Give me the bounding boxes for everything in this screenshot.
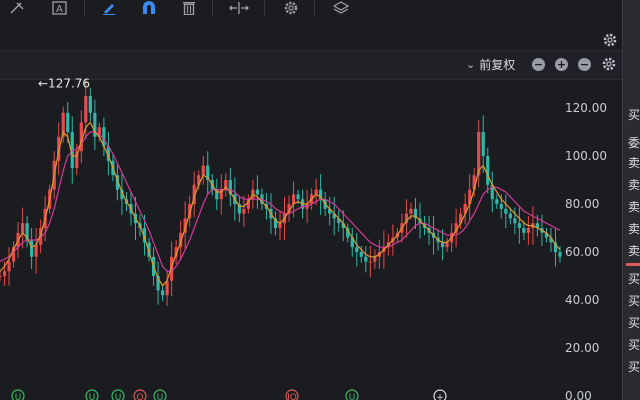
pen-icon[interactable] (98, 0, 120, 16)
y-tick-label: 120.00 (565, 101, 607, 115)
candle-body (522, 228, 526, 233)
candle-body (255, 189, 260, 195)
price-adjust-dropdown[interactable]: ⌄ 前复权 (466, 56, 515, 73)
sidebar-item-0[interactable]: 买 (628, 106, 640, 123)
chart-header-band (0, 50, 622, 80)
magnet-icon[interactable] (138, 0, 160, 16)
candle-body (7, 261, 11, 272)
candle-body (499, 204, 503, 209)
svg-text:A: A (56, 4, 63, 15)
y-tick-label: 40.00 (565, 293, 599, 307)
candle-body (34, 244, 38, 257)
zoom-out-button[interactable]: − (532, 58, 545, 71)
candle-body (355, 247, 359, 252)
ma-short-line (0, 121, 561, 287)
candle-body (20, 223, 25, 233)
candle-body (291, 194, 296, 204)
candle-body (486, 156, 490, 185)
settings-icon[interactable] (280, 0, 302, 16)
candle-body (517, 223, 521, 228)
y-tick-label: 60.00 (565, 245, 599, 259)
candle-body (558, 252, 562, 257)
candle-body (84, 96, 88, 123)
candle-body (504, 208, 508, 214)
candle-body (526, 228, 530, 233)
candle-body (296, 194, 300, 200)
sidebar-item-6[interactable]: 卖 (628, 242, 640, 259)
candle-body (368, 261, 372, 263)
candle-body (513, 218, 517, 224)
candle-body (165, 280, 169, 296)
candle-body (409, 208, 413, 214)
candle-body (278, 223, 282, 228)
candle-body (88, 96, 92, 113)
event-marker-label: Q (136, 393, 143, 400)
candle-body (30, 240, 34, 257)
sidebar-item-3[interactable]: 卖 (628, 176, 640, 193)
sidebar-item-10[interactable]: 买 (628, 336, 640, 353)
sidebar-item-4[interactable]: 卖 (628, 198, 640, 215)
event-marker-label: U (157, 393, 164, 400)
order-book-sidebar: 买委卖卖卖卖卖买买买买买 (622, 0, 640, 400)
collapse-button[interactable]: − (578, 58, 591, 71)
event-marker-label: IQ (287, 393, 297, 400)
sidebar-item-5[interactable]: 卖 (628, 220, 640, 237)
layers-icon[interactable] (330, 0, 352, 16)
candle-body (445, 242, 449, 248)
candle-body (440, 242, 445, 248)
event-marker-label: U (115, 393, 122, 400)
sidebar-item-1[interactable]: 委 (628, 134, 640, 151)
spread-indicator (626, 263, 640, 266)
chevron-down-icon: ⌄ (466, 58, 476, 71)
trash-icon[interactable] (178, 0, 200, 16)
candle-body (495, 199, 499, 204)
event-marker-label: U (89, 393, 96, 400)
candle-body (508, 213, 512, 219)
indicator-settings-icon[interactable] (601, 56, 617, 76)
candle-body (160, 290, 165, 296)
candle-body (314, 189, 318, 195)
y-tick-label: 20.00 (565, 341, 599, 355)
drawing-toolbar: A (0, 0, 622, 18)
candle-body (2, 271, 7, 276)
candle-body (201, 165, 205, 176)
price-chart[interactable]: 120.00 100.00 80.00 60.00 40.00 20.00 0.00 ←127… (0, 78, 622, 400)
zoom-in-button[interactable]: + (555, 58, 568, 71)
candle-body (0, 276, 2, 277)
candle-body (481, 132, 485, 156)
sidebar-item-11[interactable]: 买 (628, 358, 640, 375)
candle-body (359, 252, 363, 257)
max-price-label: ←127.76 (38, 78, 90, 90)
text-tool-icon[interactable]: A (50, 0, 72, 16)
sidebar-item-9[interactable]: 买 (628, 314, 640, 331)
ma-long-line (0, 131, 561, 272)
event-marker-label: U (15, 393, 22, 400)
sidebar-item-2[interactable]: 卖 (628, 154, 640, 171)
y-tick-label: 80.00 (565, 197, 599, 211)
sidebar-item-7[interactable]: 买 (628, 270, 640, 287)
crosshair-tool-icon[interactable] (6, 0, 28, 16)
candle-body (66, 112, 70, 132)
range-icon[interactable] (228, 0, 250, 16)
candle-body (373, 256, 377, 262)
event-marker-label: + (436, 393, 444, 400)
candle-body (364, 256, 368, 262)
price-adjust-label: 前复权 (479, 58, 516, 72)
sidebar-item-8[interactable]: 买 (628, 292, 640, 309)
chart-settings-icon[interactable] (602, 32, 618, 52)
candle-body (242, 208, 246, 214)
y-tick-label: 100.00 (565, 149, 607, 163)
event-marker-label: U (349, 393, 356, 400)
y-tick-label: 0.00 (565, 389, 592, 400)
